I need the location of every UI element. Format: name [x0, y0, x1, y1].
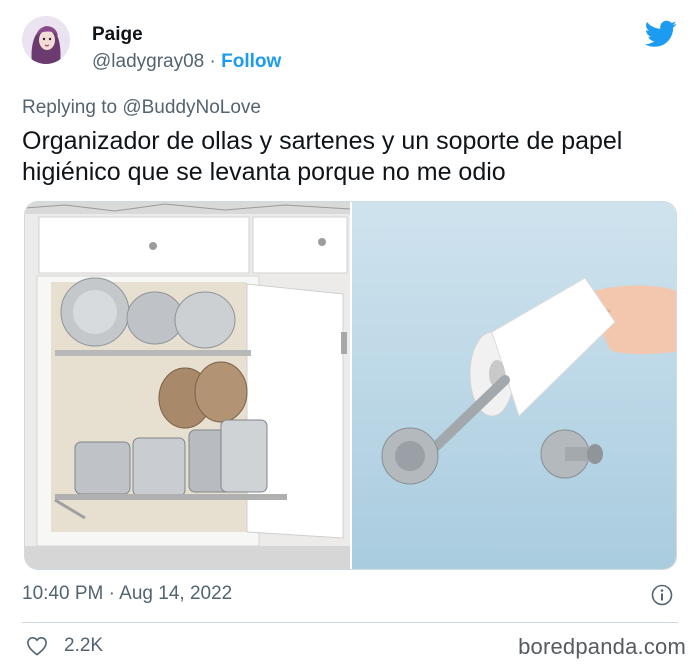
author-name[interactable]: Paige [92, 24, 143, 46]
heart-icon[interactable] [26, 636, 48, 656]
timestamp-separator: · [108, 583, 115, 604]
info-icon[interactable] [651, 584, 673, 606]
replying-to-label: Replying to [22, 97, 118, 118]
pots-and-pans-organizer-photo[interactable] [25, 202, 351, 570]
tweet-time: 10:40 PM [22, 583, 104, 604]
tweet-media[interactable] [24, 201, 677, 570]
tweet-timestamp[interactable]: 10:40 PM · Aug 14, 2022 [22, 583, 232, 605]
replying-to: Replying to @BuddyNoLove [22, 97, 261, 119]
tweet-text: Organizador de ollas y sartenes y un sop… [22, 127, 623, 186]
divider [22, 622, 678, 623]
toilet-paper-holder-photo[interactable] [352, 202, 677, 570]
avatar-illustration [22, 16, 70, 64]
avatar[interactable] [22, 16, 70, 64]
author-handle[interactable]: @ladygray08 [92, 51, 204, 72]
handle-separator: · [209, 51, 216, 72]
watermark: boredpanda.com [518, 634, 686, 659]
reply-mention-link[interactable]: @BuddyNoLove [122, 97, 261, 118]
follow-button[interactable]: Follow [221, 51, 281, 72]
like-count: 2.2K [64, 635, 104, 656]
tweet-date: Aug 14, 2022 [119, 583, 233, 604]
author-handle-row: @ladygray08 · Follow [92, 51, 281, 73]
twitter-bird-icon[interactable] [645, 20, 677, 48]
